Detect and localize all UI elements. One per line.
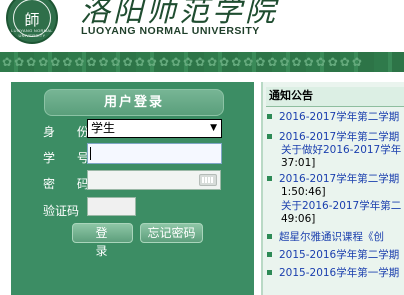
university-name-en: LUOYANG NORMAL UNIVERSITY	[81, 25, 260, 37]
notice-item-link[interactable]: 超星尔雅通识课程《创	[267, 231, 404, 244]
bullet-icon	[267, 134, 272, 139]
notice-item-link[interactable]: 2015-2016学年第二学期	[267, 249, 404, 262]
notice-timestamp: 1:50:46]	[267, 186, 404, 199]
notice-text: 37:01]	[281, 157, 316, 169]
stripe-pattern: ✿ ✿ ✿ ✿ ✿ ✿ ✿ ✿ ✿ ✿ ✿ ✿ ✿ ✿ ✿ ✿ ✿ ✿ ✿ ✿ ✿ ✿ ✿ ✿ ✿ ✿ ✿ ✿ ✿ ✿	[2, 55, 362, 69]
notice-title: 通知公告	[266, 87, 404, 107]
identity-selected-value: 学生	[91, 121, 116, 135]
bullet-icon	[267, 270, 272, 275]
university-seal-logo: 師 LUOYANG NORMAL UNIVERSITY	[6, 0, 58, 44]
notice-timestamp: 49:06]	[267, 213, 404, 226]
notice-item-continuation[interactable]: 关于做好2016-2017学年	[267, 144, 404, 157]
notice-item-continuation[interactable]: 关于2016-2017学年第二	[267, 200, 404, 213]
keyboard-icon[interactable]	[199, 174, 217, 186]
notice-text: 超星尔雅通识课程《创	[279, 231, 384, 243]
notice-item-link[interactable]: 2015-2016学年第一学期	[267, 267, 404, 280]
captcha-input[interactable]	[87, 197, 136, 216]
login-button[interactable]: 登 录	[72, 223, 133, 258]
notice-item-link[interactable]: 2016-2017学年第二学期	[267, 173, 404, 186]
notice-text: 1:50:46]	[281, 186, 326, 198]
notice-text: 关于2016-2017学年第二	[281, 200, 402, 212]
text-caret	[90, 147, 91, 160]
bullet-icon	[267, 114, 272, 119]
login-title: 用户登录	[44, 89, 224, 116]
notice-item-link[interactable]: 2016-2017学年第二学期	[267, 111, 404, 124]
dropdown-arrow-icon: ▼	[210, 123, 217, 133]
notice-text: 2016-2017学年第二学期	[279, 173, 400, 185]
password-input[interactable]	[87, 170, 221, 190]
identity-select[interactable]: 学生 ▼	[87, 119, 222, 138]
captcha-label: 验证码	[43, 204, 80, 218]
notice-text: 2015-2016学年第二学期	[279, 249, 400, 261]
notice-text: 2015-2016学年第一学期	[279, 267, 400, 279]
bullet-icon	[267, 176, 272, 181]
bullet-icon	[267, 234, 272, 239]
notice-list: 2016-2017学年第二学期 2016-2017学年第二学期 关于做好2016-2…	[267, 111, 404, 295]
notice-text: 49:06]	[281, 213, 316, 225]
notice-text: 关于做好2016-2017学年	[281, 144, 402, 156]
forgot-password-button[interactable]: 忘记密码	[140, 223, 203, 243]
header: 師 LUOYANG NORMAL UNIVERSITY 洛阳师范学院 LUOYA…	[0, 0, 404, 52]
seal-glyph: 師	[24, 11, 40, 29]
student-id-input[interactable]	[87, 143, 222, 164]
notice-text: 2016-2017学年第二学期	[279, 131, 400, 143]
seal-ring-text: LUOYANG NORMAL UNIVERSITY	[11, 28, 53, 38]
notice-timestamp: 37:01]	[267, 157, 404, 170]
bullet-icon	[267, 252, 272, 257]
notice-text: 2016-2017学年第二学期	[279, 111, 400, 123]
notice-item-link[interactable]: 2016-2017学年第二学期	[267, 131, 404, 144]
